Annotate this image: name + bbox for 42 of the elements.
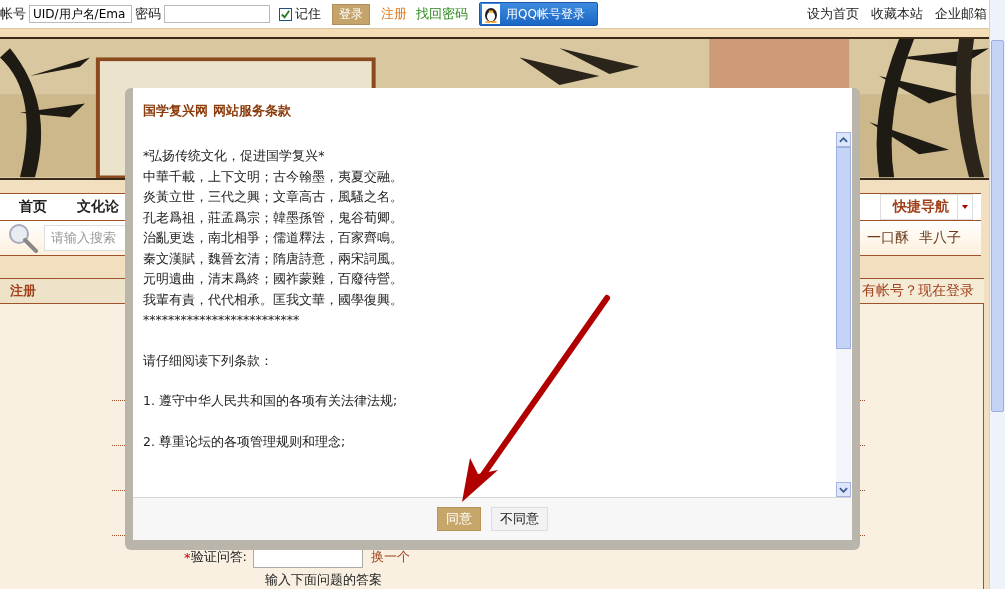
field-label: 验证问答: [190,548,247,566]
required-mark: * [184,549,191,565]
scroll-up-icon[interactable] [839,136,848,143]
hot-word-link[interactable]: 芈八子 [919,228,961,247]
password-field[interactable] [164,5,270,23]
panel-title: 注册 [10,281,36,300]
terms-text: 秦文漢賦，魏晉玄清；隋唐詩意，兩宋詞風。 [143,249,404,268]
checkbox-label: 记住 [295,5,321,23]
change-question-link[interactable]: 换一个 [370,548,410,566]
recover-password-link[interactable]: 找回密码 [416,5,468,23]
scroll-down-icon[interactable] [839,486,848,493]
hot-word-link[interactable]: 一口酥 [867,228,909,247]
quick-nav-button[interactable]: 快捷导航 [880,193,973,220]
terms-text: 孔老爲祖，莊孟爲宗；韓墨孫管，鬼谷荀卿。 [143,208,404,227]
qq-login-button[interactable]: 用QQ帐号登录 [479,2,598,26]
nav-item[interactable]: 文化论 [77,197,119,216]
terms-text: 元明遺曲，清末爲終；國祚蒙難，百廢待營。 [143,270,404,288]
dialog-title: 国学复兴网 网站服务条款 [142,102,292,120]
scrollbar[interactable] [836,132,851,497]
field-label: 密码 [135,5,161,23]
terms-text: ************************* [143,311,301,329]
terms-text: 请仔细阅读下列条款： [143,351,274,370]
terms-text: 我輩有責，代代相承。匡我文華，國學復興。 [143,290,404,309]
login-link[interactable]: 有帐号？现在登录 [862,281,974,300]
account-field[interactable]: UID/用户名/Ema [29,5,132,23]
penguin-icon [482,4,500,24]
field-label: 帐号 [0,5,26,23]
nav-item[interactable]: 首页 [19,197,47,216]
terms-text: 2. 尊重论坛的各项管理规则和理念; [143,432,347,451]
terms-text: 1. 遵守中华人民共和国的各项有关法律法规; [143,392,399,410]
scrollbar[interactable] [989,0,1005,589]
caret-icon [962,204,968,209]
disagree-button[interactable]: 不同意 [491,507,548,531]
terms-text: 中華千載，上下文明；古今翰墨，夷夏交融。 [143,167,404,186]
top-link[interactable]: 收藏本站 [871,5,923,23]
terms-text: 炎黃立世，三代之興；文章高古，風騷之名。 [143,188,404,206]
hint-text: 输入下面问题的答案 [264,571,383,589]
remember-checkbox[interactable] [279,7,292,21]
search-icon [8,222,38,253]
terms-text: *弘扬传统文化，促进国学复兴* [143,147,326,165]
top-link[interactable]: 企业邮箱 [935,5,987,23]
top-link[interactable]: 设为首页 [807,5,859,23]
